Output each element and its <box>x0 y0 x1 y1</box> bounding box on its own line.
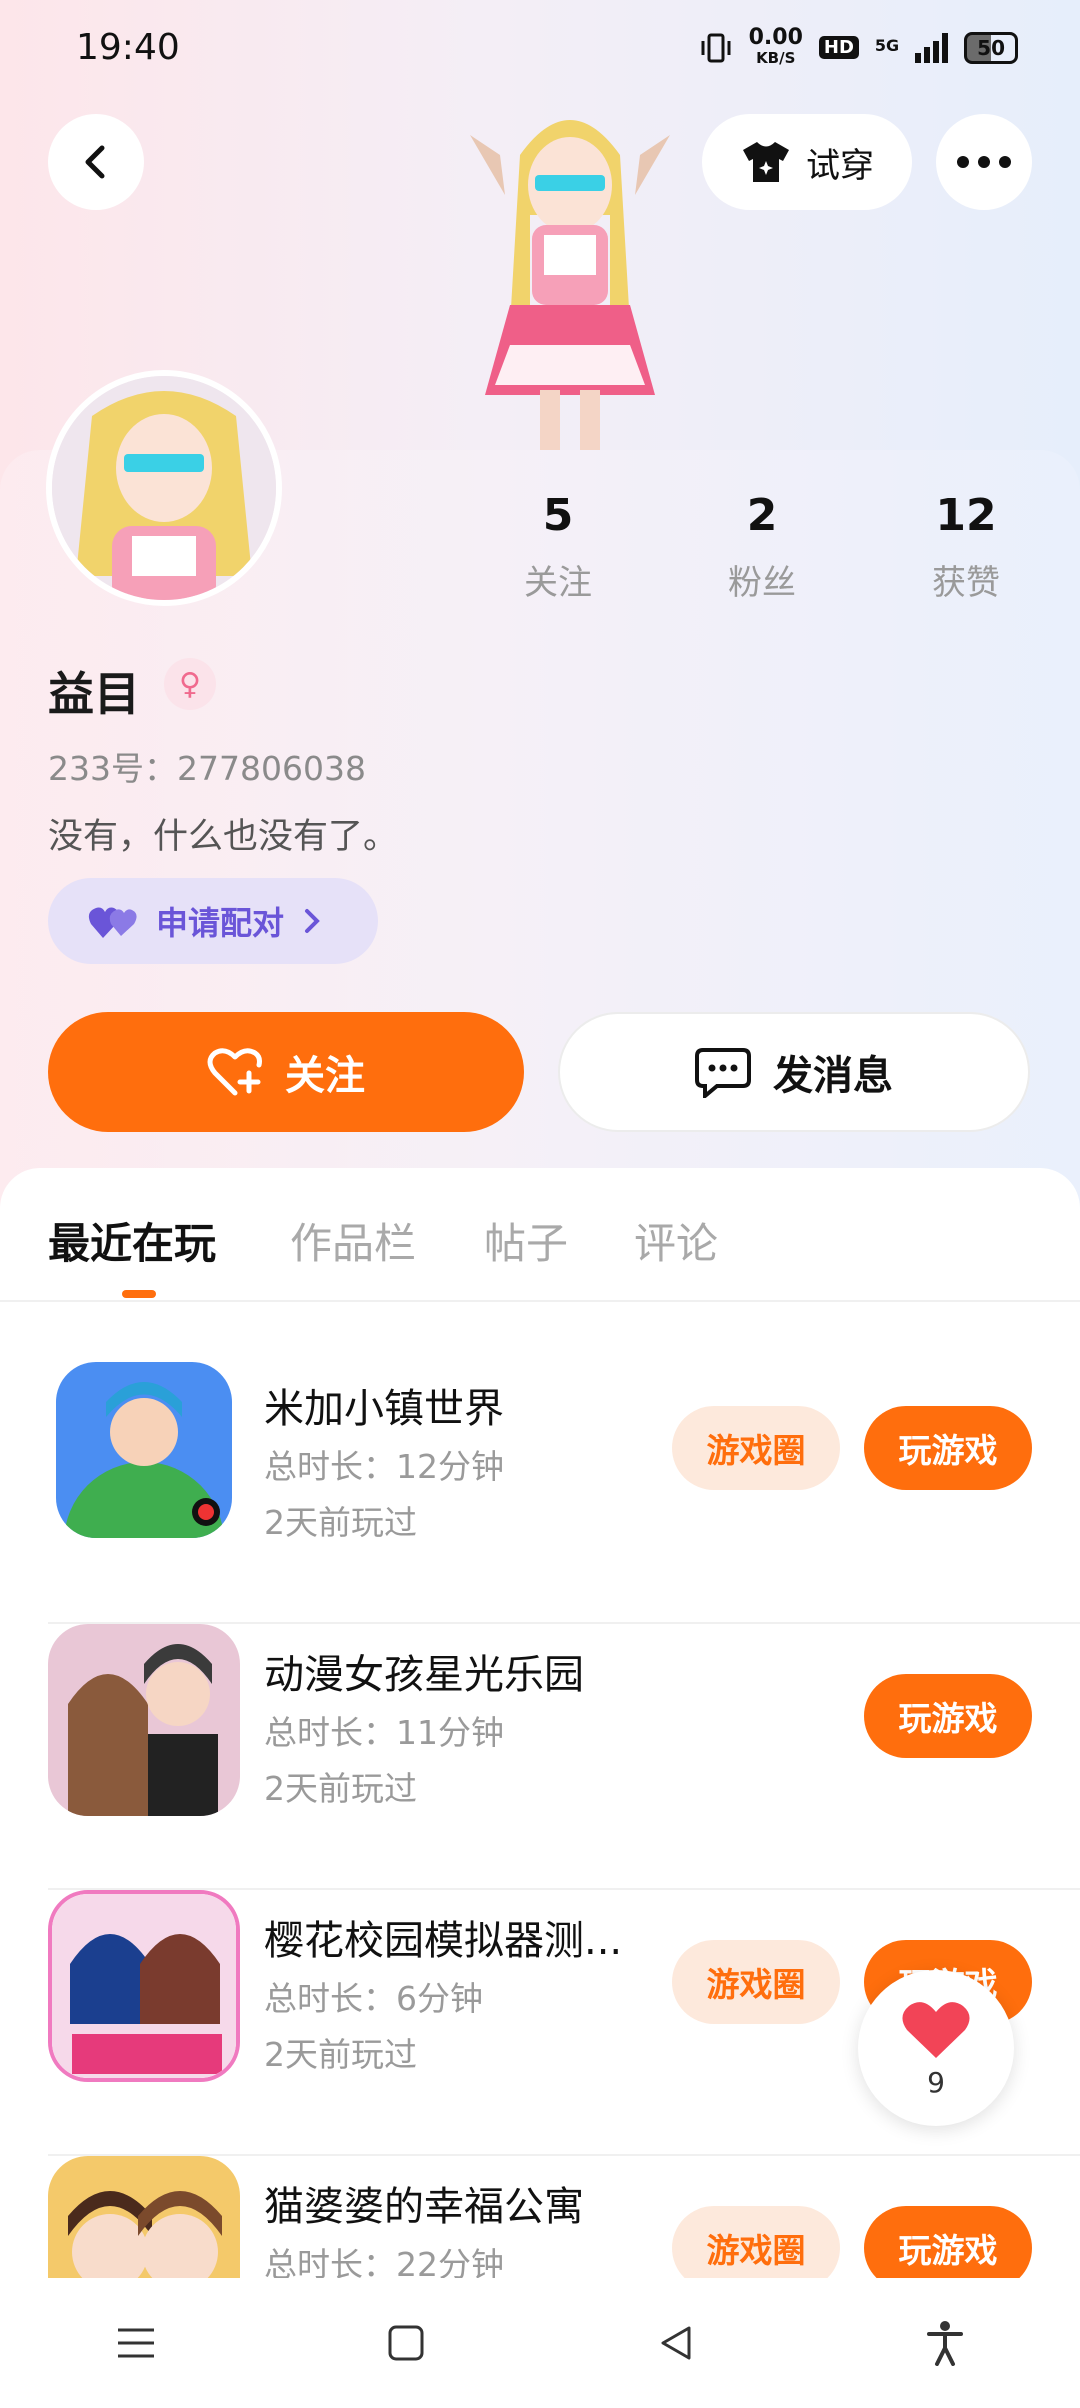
avatar-figure <box>460 95 680 450</box>
vibrate-icon <box>701 33 731 62</box>
tryon-label: 试穿 <box>806 145 874 186</box>
menu-icon[interactable] <box>116 2326 156 2360</box>
back-button[interactable] <box>48 114 144 210</box>
play-game-button[interactable]: 玩游戏 <box>864 1674 1032 1758</box>
like-count: 9 <box>927 2065 945 2099</box>
heart-plus-icon <box>207 1048 262 1096</box>
play-game-button[interactable]: 玩游戏 <box>864 2206 1032 2278</box>
chevron-right-icon <box>305 909 320 933</box>
stat-likes-value: 12 <box>935 490 997 541</box>
status-icons: 0.00 KB/S HD 5G 50 <box>699 24 1018 68</box>
more-button[interactable] <box>936 114 1032 210</box>
message-button[interactable]: 发消息 <box>558 1012 1030 1132</box>
hd-badge: HD <box>818 36 859 59</box>
game-icon <box>56 1362 232 1538</box>
heart-icon <box>902 2001 970 2058</box>
username: 益目 <box>48 667 140 721</box>
user-bio: 没有，什么也没有了。 <box>48 817 399 857</box>
floating-like-button[interactable]: 9 <box>858 1970 1014 2126</box>
tab-recent-played[interactable]: 最近在玩 <box>48 1210 216 1271</box>
game-title: 樱花校园模拟器测... <box>264 1918 623 1964</box>
back-icon <box>85 145 105 179</box>
more-icon <box>957 156 1011 168</box>
game-duration: 总时长：6分钟 <box>264 1979 483 2018</box>
user-id: 233号：277806038 <box>48 749 366 788</box>
game-row[interactable]: 猫婆婆的幸福公寓 总时长：22分钟 游戏圈 玩游戏 <box>0 2156 1080 2278</box>
pair-request-label: 申请配对 <box>156 904 285 942</box>
stat-fans-value: 2 <box>746 490 778 541</box>
game-last-played: 2天前玩过 <box>264 1769 417 1808</box>
system-nav-bar <box>0 2278 1080 2408</box>
game-row[interactable]: 动漫女孩星光乐园 总时长：11分钟 2天前玩过 玩游戏 <box>0 1624 1080 1890</box>
game-circle-button[interactable]: 游戏圈 <box>672 2206 840 2278</box>
game-icon <box>48 1890 240 2082</box>
game-duration: 总时长：22分钟 <box>264 2245 504 2278</box>
game-last-played: 2天前玩过 <box>264 1503 417 1542</box>
nav-back-icon[interactable] <box>657 2324 695 2362</box>
chat-icon <box>695 1048 751 1098</box>
double-heart-icon <box>88 907 137 938</box>
battery-icon: 50 <box>964 31 1018 64</box>
game-title: 米加小镇世界 <box>264 1386 504 1432</box>
tab-works[interactable]: 作品栏 <box>290 1210 416 1271</box>
stat-likes[interactable]: 12 获赞 <box>886 490 1046 604</box>
follow-button[interactable]: 关注 <box>48 1012 524 1132</box>
signal-icon <box>915 32 949 63</box>
network-label: 5G <box>874 35 900 55</box>
game-circle-button[interactable]: 游戏圈 <box>672 1406 840 1490</box>
game-last-played: 2天前玩过 <box>264 2035 417 2074</box>
tab-comments[interactable]: 评论 <box>634 1210 718 1271</box>
game-title: 动漫女孩星光乐园 <box>264 1652 584 1698</box>
stat-fans[interactable]: 2 粉丝 <box>682 490 842 604</box>
tab-posts[interactable]: 帖子 <box>484 1210 568 1271</box>
game-duration: 总时长：11分钟 <box>264 1713 504 1752</box>
tryon-button[interactable]: 试穿 <box>702 114 912 210</box>
game-icon <box>48 1624 240 1816</box>
game-row[interactable]: 米加小镇世界 总时长：12分钟 2天前玩过 游戏圈 玩游戏 <box>0 1358 1080 1624</box>
avatar[interactable] <box>46 370 282 606</box>
message-label: 发消息 <box>773 1053 893 1099</box>
pair-request-button[interactable]: 申请配对 <box>48 878 378 964</box>
game-circle-button[interactable]: 游戏圈 <box>672 1940 840 2024</box>
net-speed: 0.00 KB/S <box>748 24 803 67</box>
game-title: 猫婆婆的幸福公寓 <box>264 2184 584 2230</box>
tab-bar: 最近在玩 作品栏 帖子 评论 <box>0 1168 1080 1302</box>
stat-following-label: 关注 <box>524 563 592 603</box>
female-gender-icon: ♀ <box>164 658 216 710</box>
stat-likes-label: 获赞 <box>932 563 1000 603</box>
tab-indicator <box>122 1290 156 1298</box>
stat-following[interactable]: 5 关注 <box>478 490 638 604</box>
play-game-button[interactable]: 玩游戏 <box>864 1406 1032 1490</box>
status-bar: 19:40 0.00 KB/S HD 5G 50 <box>0 0 1080 95</box>
status-time: 19:40 <box>76 27 180 68</box>
game-duration: 总时长：12分钟 <box>264 1447 504 1486</box>
accessibility-icon[interactable] <box>926 2320 964 2366</box>
shirt-icon <box>743 142 789 182</box>
follow-label: 关注 <box>285 1053 365 1099</box>
stat-fans-label: 粉丝 <box>728 563 796 603</box>
home-icon[interactable] <box>387 2324 425 2362</box>
stat-following-value: 5 <box>542 490 574 541</box>
game-icon <box>48 2156 240 2278</box>
